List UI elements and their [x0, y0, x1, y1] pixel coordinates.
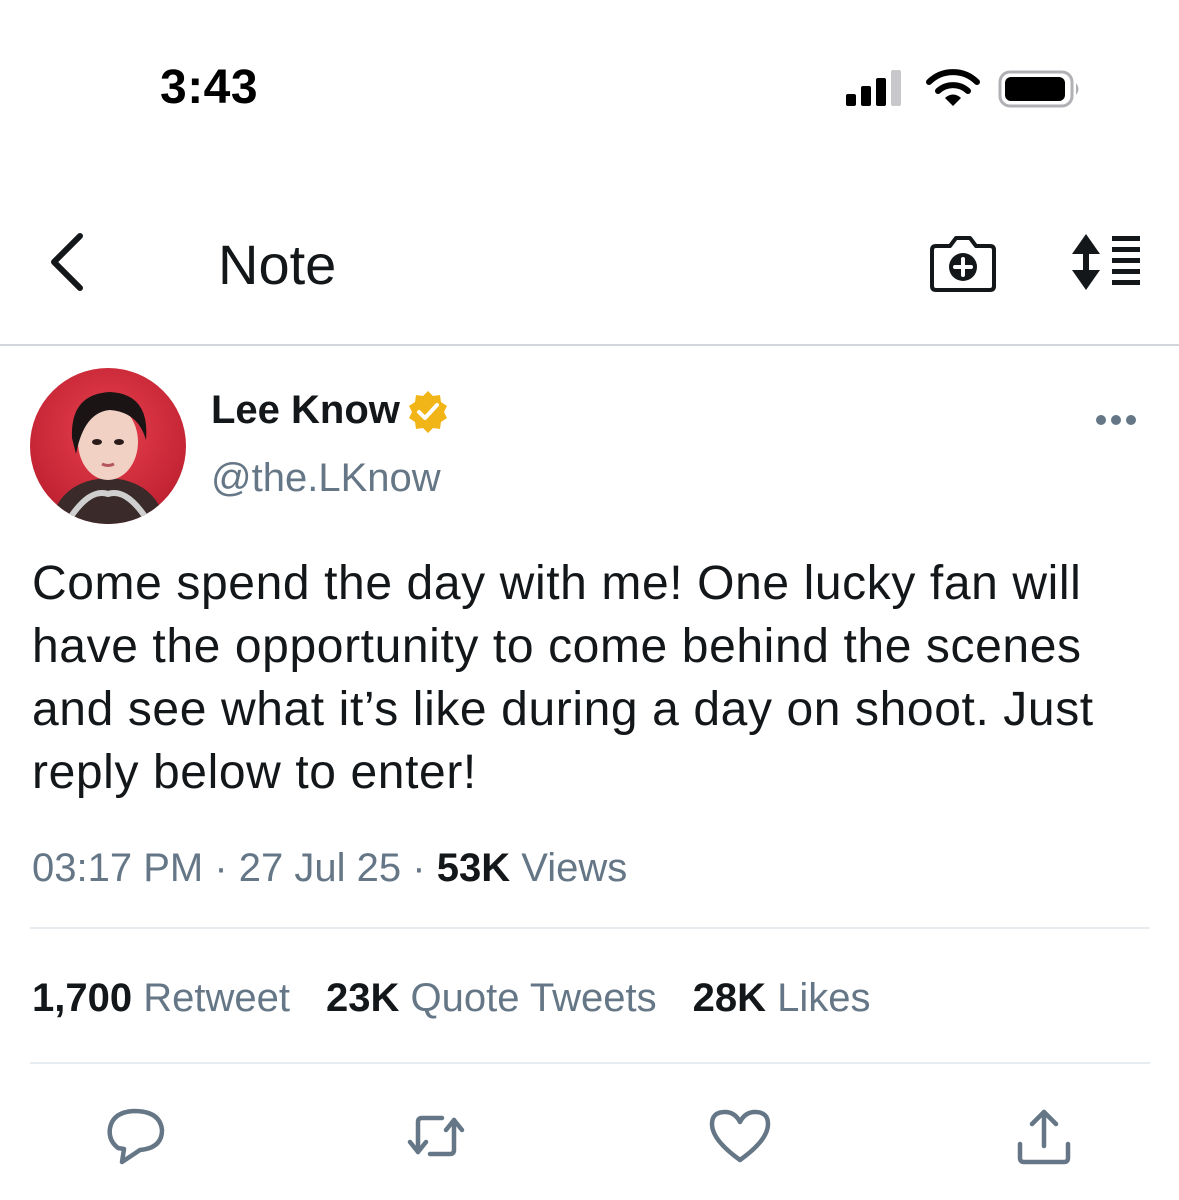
battery-icon [998, 70, 1079, 108]
tweet-text: Come spend the day with me! One lucky fa… [32, 557, 1094, 799]
retweet-count: 1,700 [32, 976, 133, 1020]
quote-label: Quote Tweets [410, 976, 657, 1020]
back-chevron-icon[interactable] [44, 230, 94, 294]
quote-stat[interactable]: 23K Quote Tweets [326, 976, 657, 1020]
ellipsis-icon[interactable] [1094, 408, 1138, 432]
stats-top-divider [30, 927, 1150, 929]
camera-plus-icon[interactable] [928, 232, 998, 296]
tweet-stats: 1,700 Retweet 23K Quote Tweets 28K Likes [32, 976, 870, 1021]
avatar[interactable] [30, 368, 186, 524]
verified-badge-icon [408, 390, 447, 433]
cellular-signal-icon [846, 70, 901, 106]
wifi-icon [926, 69, 980, 106]
tweet-time: 03:17 PM [32, 846, 204, 890]
sort-list-icon[interactable] [1068, 232, 1144, 292]
nav-divider [0, 344, 1179, 346]
tweet-date: 27 Jul 25 [238, 846, 402, 890]
meta-separator: · [412, 846, 426, 890]
status-time: 3:43 [160, 61, 259, 114]
likes-count: 28K [692, 976, 766, 1020]
like-heart-icon[interactable] [708, 1104, 772, 1168]
retweet-stat[interactable]: 1,700 Retweet [32, 976, 290, 1020]
tweet-meta: 03:17 PM · 27 Jul 25 · 53K Views [32, 846, 627, 891]
stats-bottom-divider [30, 1062, 1150, 1064]
likes-label: Likes [777, 976, 871, 1020]
meta-separator: · [214, 846, 228, 890]
views-label: Views [521, 846, 628, 890]
author-name[interactable]: Lee Know [211, 388, 400, 433]
author-handle[interactable]: @the.LKnow [211, 456, 441, 501]
share-icon[interactable] [1012, 1104, 1076, 1168]
quote-count: 23K [325, 976, 400, 1020]
page-title: Note [218, 233, 337, 296]
author-name-row: Lee Know [211, 388, 450, 433]
retweet-label: Retweet [143, 976, 290, 1020]
views-count: 53K [436, 846, 511, 890]
retweet-icon[interactable] [404, 1104, 468, 1168]
reply-icon[interactable] [104, 1104, 168, 1168]
likes-stat[interactable]: 28K Likes [693, 976, 871, 1020]
